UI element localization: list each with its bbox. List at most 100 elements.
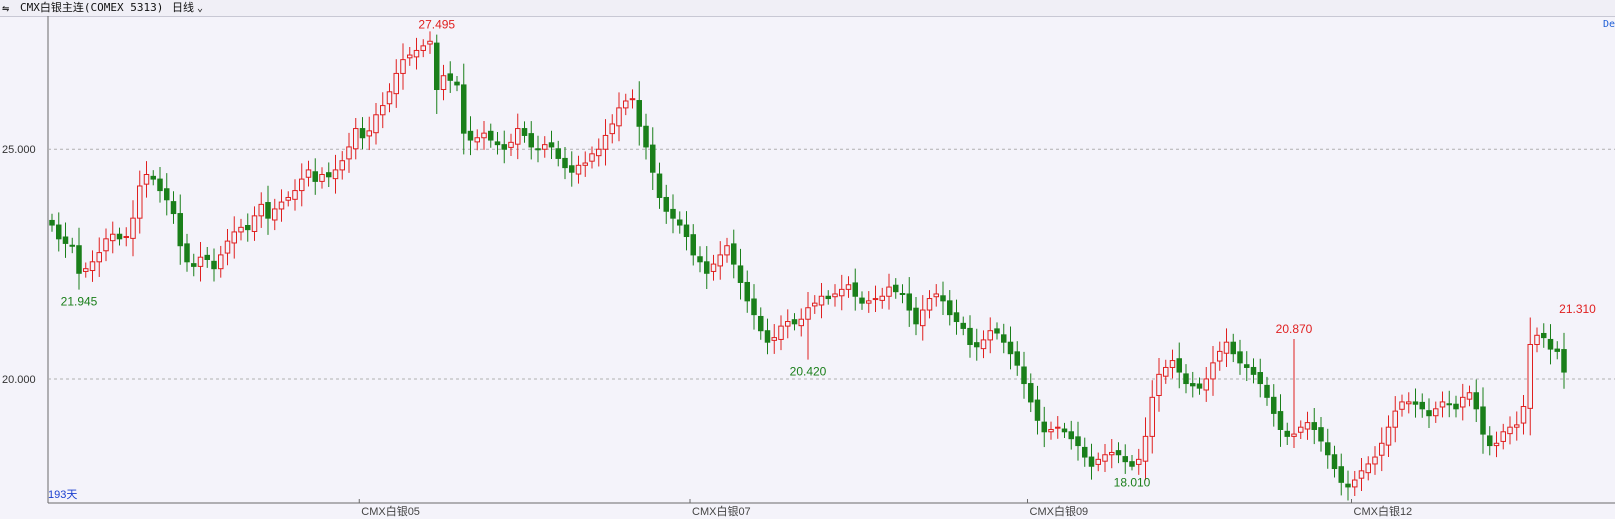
- candle-body-down: [1453, 403, 1459, 410]
- candle-body-up: [933, 293, 939, 298]
- high-label: 20.870: [1276, 322, 1313, 336]
- candle-body-down: [1331, 454, 1338, 470]
- candle-body-up: [1136, 458, 1142, 465]
- candle-body-up: [1406, 401, 1412, 405]
- candle-body-up: [1169, 360, 1176, 368]
- candle-body-down: [899, 292, 906, 295]
- candle-body-up: [1142, 435, 1149, 462]
- candle-body-down: [1250, 366, 1257, 375]
- candle-body-up: [1217, 350, 1223, 362]
- candle-body-up: [123, 236, 129, 239]
- candle-body-down: [1230, 341, 1236, 355]
- candle-body-up: [515, 128, 521, 145]
- candle-body-up: [866, 300, 872, 304]
- candle-body-up: [1291, 433, 1297, 437]
- month-label: CMX白银09: [1030, 504, 1089, 518]
- candle-body-up: [346, 146, 352, 160]
- candle-body-up: [596, 148, 602, 157]
- candle-body-up: [380, 105, 386, 116]
- candle-body-up: [1534, 334, 1540, 345]
- candle-body-up: [1203, 378, 1209, 391]
- candle-body-down: [535, 148, 541, 151]
- candle-body-down: [1061, 428, 1068, 433]
- candle-body-up: [366, 130, 372, 137]
- candle-body-up: [980, 339, 987, 350]
- candle-body-up: [1520, 406, 1527, 424]
- candle-body-up: [83, 268, 89, 272]
- candle-body-down: [791, 319, 798, 325]
- candle-body-down: [157, 178, 163, 192]
- candle-body-up: [602, 134, 609, 150]
- low-label: 21.945: [61, 295, 98, 309]
- candle-body-up: [285, 196, 291, 201]
- candle-body-up: [1392, 410, 1398, 428]
- candle-body-up: [218, 254, 224, 270]
- candle-body-down: [704, 261, 710, 274]
- candle-body-down: [1244, 364, 1250, 368]
- candle-body-down: [1068, 431, 1074, 440]
- candle-body-up: [1095, 458, 1101, 465]
- candle-body-up: [1433, 408, 1439, 417]
- candle-body-down: [683, 224, 690, 238]
- candle-body-up: [89, 261, 96, 272]
- candle-body-up: [1399, 401, 1405, 410]
- candle-body-down: [164, 188, 170, 201]
- candle-body-down: [737, 265, 744, 283]
- candle-body-down: [643, 125, 649, 148]
- candle-body-down: [1122, 456, 1128, 463]
- candle-body-down: [940, 295, 946, 302]
- candle-body-down: [1007, 341, 1014, 355]
- candle-body-up: [413, 49, 420, 58]
- candle-body-down: [1561, 349, 1567, 373]
- candle-body-up: [1156, 373, 1162, 396]
- candle-body-down: [359, 128, 366, 139]
- month-label: CMX白银05: [361, 504, 420, 518]
- period-label: 日线: [172, 1, 194, 14]
- candle-body-up: [224, 240, 231, 254]
- candle-body-up: [616, 107, 622, 127]
- candle-body-up: [278, 201, 285, 210]
- candle-body-down: [764, 330, 771, 343]
- candlestick-chart[interactable]: 25.000 20.000 CMX白银05 CMX白银07 CMX白银09 CMX白银12…: [0, 16, 1615, 519]
- candle-body-down: [893, 284, 899, 293]
- candle-body-up: [1223, 341, 1230, 354]
- candle-body-down: [562, 157, 568, 169]
- corner-tag: De: [1602, 19, 1615, 30]
- candle-body-up: [1109, 451, 1115, 456]
- candle-body-up: [1149, 396, 1155, 437]
- candle-body-down: [548, 142, 555, 148]
- candle-body-up: [332, 169, 339, 180]
- candle-body-down: [751, 298, 757, 316]
- candle-body-down: [521, 128, 528, 136]
- low-label: 20.420: [790, 365, 827, 379]
- candle-body-up: [839, 288, 845, 297]
- candle-body-down: [555, 148, 561, 159]
- period-dropdown[interactable]: 日线 ⌄: [172, 0, 203, 17]
- candle-body-up: [1304, 422, 1311, 430]
- candle-body-up: [987, 330, 993, 341]
- candle-body-down: [1325, 442, 1331, 456]
- candle-body-down: [245, 225, 251, 231]
- candle-body-down: [960, 322, 966, 329]
- candle-body-down: [1190, 383, 1196, 387]
- candle-body-down: [636, 100, 642, 127]
- candle-body-down: [1257, 372, 1263, 385]
- month-label: CMX白银07: [692, 504, 751, 518]
- candle-body-down: [859, 297, 865, 304]
- candle-body-up: [305, 169, 312, 178]
- candle-body-up: [1379, 442, 1385, 456]
- candle-body-up: [778, 325, 784, 340]
- candle-body-up: [832, 293, 838, 298]
- candle-body-up: [1460, 396, 1466, 408]
- candle-body-up: [238, 226, 244, 233]
- candle-body-down: [974, 342, 980, 348]
- candle-body-down: [184, 243, 190, 263]
- candle-body-down: [1284, 430, 1290, 437]
- candle-body-down: [994, 328, 1000, 334]
- swap-icon[interactable]: ⇋: [2, 0, 9, 16]
- candle-body-up: [717, 254, 723, 267]
- candle-body-down: [1338, 466, 1344, 483]
- candle-body-up: [251, 215, 258, 232]
- high-label: 27.495: [418, 18, 455, 32]
- candle-body-down: [1088, 456, 1095, 467]
